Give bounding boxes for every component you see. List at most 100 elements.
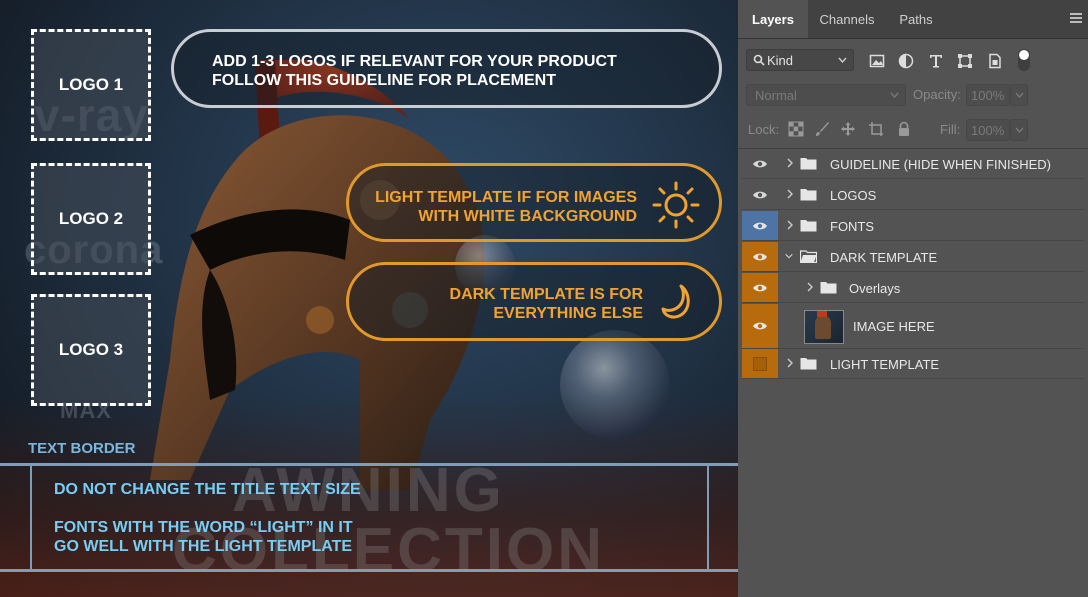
fill-field[interactable]: 100% bbox=[966, 119, 1010, 141]
fill-value: 100% bbox=[971, 123, 1005, 138]
chevron-down-icon bbox=[838, 57, 847, 63]
layer-row-fonts[interactable]: FONTS bbox=[742, 211, 1084, 241]
eye-icon bbox=[753, 160, 767, 167]
folder-icon bbox=[820, 282, 837, 294]
logo-label: LOGO 2 bbox=[58, 209, 124, 228]
fill-dropdown[interactable] bbox=[1010, 119, 1028, 141]
note-line: FOLLOW THIS GUIDELINE FOR PLACEMENT bbox=[212, 72, 556, 89]
guideline-light-template: LIGHT TEMPLATE IF FOR IMAGES WITH WHITE … bbox=[346, 163, 722, 242]
eye-icon bbox=[753, 322, 767, 330]
layer-name: LOGOS bbox=[830, 188, 877, 203]
folder-icon bbox=[800, 220, 817, 232]
tab-channels[interactable]: Channels bbox=[808, 0, 886, 38]
visibility-toggle[interactable] bbox=[742, 180, 778, 209]
lock-pixels-brush-icon[interactable] bbox=[814, 121, 830, 137]
chevron-right-icon[interactable] bbox=[785, 219, 795, 231]
tab-layers[interactable]: Layers bbox=[738, 0, 808, 38]
filter-shape-icon[interactable] bbox=[957, 53, 973, 69]
note-title-size: DO NOT CHANGE THE TITLE TEXT SIZE bbox=[54, 481, 361, 498]
visibility-toggle[interactable] bbox=[742, 242, 778, 271]
chevron-right-icon[interactable] bbox=[785, 188, 795, 200]
logo-label: LOGO 3 bbox=[58, 340, 124, 359]
filter-pixel-icon[interactable] bbox=[869, 53, 885, 69]
lock-artboard-icon[interactable] bbox=[868, 121, 884, 137]
chevron-right-icon[interactable] bbox=[785, 357, 795, 369]
eye-icon bbox=[753, 253, 767, 260]
sun-icon bbox=[652, 181, 700, 229]
filter-smart-object-icon[interactable] bbox=[987, 53, 1003, 69]
filter-type-icon[interactable] bbox=[928, 53, 944, 69]
eye-icon bbox=[753, 284, 767, 291]
filter-kind-select[interactable]: Kind bbox=[746, 49, 854, 71]
note-line: LIGHT TEMPLATE IF FOR IMAGES bbox=[375, 189, 637, 206]
lock-position-move-icon[interactable] bbox=[840, 121, 856, 137]
eye-icon bbox=[753, 191, 767, 198]
logo-placeholder-2[interactable]: LOGO 2 bbox=[31, 163, 151, 275]
layer-row-logos[interactable]: LOGOS bbox=[742, 180, 1084, 210]
chevron-right-icon[interactable] bbox=[805, 281, 815, 293]
layer-name: GUIDELINE (HIDE WHEN FINISHED) bbox=[830, 157, 1052, 172]
folder-icon bbox=[800, 358, 817, 370]
layer-row-dark-template[interactable]: DARK TEMPLATE bbox=[742, 242, 1084, 272]
text-border-right bbox=[707, 466, 709, 569]
layer-name: LIGHT TEMPLATE bbox=[830, 357, 940, 372]
hidden-checkbox bbox=[753, 356, 767, 371]
panel-tab-bar: Layers Channels Paths bbox=[738, 0, 1088, 39]
note-fonts-line1: FONTS WITH THE WORD “LIGHT” IN IT bbox=[54, 519, 353, 536]
folder-icon bbox=[800, 189, 817, 201]
opacity-dropdown[interactable] bbox=[1010, 84, 1028, 106]
opacity-value: 100% bbox=[971, 88, 1005, 103]
panel-menu-icon[interactable] bbox=[1070, 13, 1082, 23]
logo-placeholder-1[interactable]: LOGO 1 bbox=[31, 29, 151, 141]
opacity-field[interactable]: 100% bbox=[966, 84, 1010, 106]
visibility-toggle[interactable] bbox=[742, 349, 778, 378]
lock-transparent-icon[interactable] bbox=[788, 121, 804, 137]
layer-name: DARK TEMPLATE bbox=[830, 250, 938, 265]
search-icon bbox=[753, 54, 765, 66]
eye-icon bbox=[753, 222, 767, 229]
lock-label: Lock: bbox=[748, 122, 780, 137]
tab-paths[interactable]: Paths bbox=[886, 0, 946, 38]
note-line: WITH WHITE BACKGROUND bbox=[418, 208, 637, 225]
filter-kind-value: Kind bbox=[767, 53, 794, 68]
layer-row-overlays[interactable]: Overlays bbox=[742, 273, 1084, 303]
layer-row-image-here[interactable]: IMAGE HERE bbox=[742, 304, 1084, 349]
visibility-toggle[interactable] bbox=[742, 273, 778, 302]
layer-name: IMAGE HERE bbox=[853, 319, 935, 334]
chevron-down-icon[interactable] bbox=[784, 250, 794, 262]
lock-all-icon[interactable] bbox=[896, 121, 912, 137]
layers-panel: Layers Channels Paths Kind Normal Opacit… bbox=[738, 0, 1088, 597]
layer-name: Overlays bbox=[849, 281, 901, 296]
opacity-label: Opacity: bbox=[913, 87, 961, 102]
chevron-down-icon bbox=[890, 92, 899, 98]
blend-mode-value: Normal bbox=[755, 88, 797, 103]
visibility-toggle[interactable] bbox=[742, 149, 778, 178]
fill-label: Fill: bbox=[940, 122, 961, 137]
note-line: ADD 1-3 LOGOS IF RELEVANT FOR YOUR PRODU… bbox=[212, 53, 617, 70]
note-line: DARK TEMPLATE IS FOR bbox=[449, 286, 643, 303]
blend-mode-select[interactable]: Normal bbox=[746, 84, 906, 106]
layer-row-guideline[interactable]: GUIDELINE (HIDE WHEN FINISHED) bbox=[742, 149, 1084, 179]
document-canvas[interactable]: v-ray corona MAX LOGO 1 LOGO 2 LOGO 3 AD… bbox=[0, 0, 738, 597]
guideline-logos-note: ADD 1-3 LOGOS IF RELEVANT FOR YOUR PRODU… bbox=[171, 29, 722, 108]
text-border-label: TEXT BORDER bbox=[28, 440, 136, 457]
folder-open-icon bbox=[800, 250, 817, 263]
filter-toggle[interactable] bbox=[1018, 49, 1030, 71]
folder-icon bbox=[800, 158, 817, 170]
chevron-down-icon bbox=[1015, 92, 1024, 98]
note-fonts-line2: GO WELL WITH THE LIGHT TEMPLATE bbox=[54, 538, 353, 555]
guideline-dark-template: DARK TEMPLATE IS FOR EVERYTHING ELSE bbox=[346, 262, 722, 341]
visibility-toggle[interactable] bbox=[742, 211, 778, 240]
visibility-toggle[interactable] bbox=[742, 304, 778, 348]
bubble-large bbox=[560, 330, 670, 440]
filter-adjustment-icon[interactable] bbox=[898, 53, 914, 69]
layer-row-light-template[interactable]: LIGHT TEMPLATE bbox=[742, 349, 1084, 379]
moon-icon bbox=[661, 284, 690, 319]
logo-placeholder-3[interactable]: LOGO 3 bbox=[31, 294, 151, 406]
logo-label: LOGO 1 bbox=[58, 75, 124, 94]
layer-thumbnail bbox=[804, 310, 844, 344]
note-line: EVERYTHING ELSE bbox=[493, 305, 643, 322]
chevron-down-icon bbox=[1015, 127, 1024, 133]
chevron-right-icon[interactable] bbox=[785, 157, 795, 169]
layer-name: FONTS bbox=[830, 219, 875, 234]
